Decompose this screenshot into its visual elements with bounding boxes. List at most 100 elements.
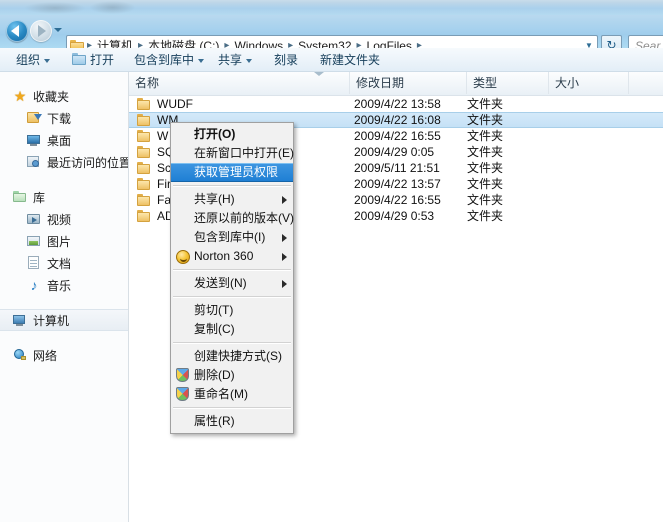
pictures-icon	[26, 233, 42, 249]
file-name-cell: Sc	[137, 160, 171, 176]
folder-icon	[137, 97, 152, 111]
column-header-size[interactable]: 大小	[549, 72, 629, 94]
folder-icon	[137, 209, 152, 223]
file-name-cell: W	[137, 128, 168, 144]
desktop-icon	[26, 132, 42, 148]
file-date-cell: 2009/4/22 13:58	[354, 97, 441, 111]
music-icon: ♪	[30, 277, 38, 293]
file-date-cell: 2009/4/29 0:05	[354, 145, 435, 159]
sidebar-item-computer[interactable]: 计算机	[0, 309, 128, 331]
norton-icon	[176, 250, 190, 264]
back-button[interactable]	[6, 20, 28, 42]
menu-item-restore-previous-versions[interactable]: 还原以前的版本(V)	[171, 209, 294, 228]
back-arrow-icon	[11, 25, 19, 37]
explorer-window: ▸ 计算机 ▸ 本地磁盘 (C:) ▸ Windows ▸ System32 ▸…	[0, 0, 663, 522]
nav-pane-top-spacer	[0, 72, 128, 85]
library-folder-icon	[12, 189, 28, 205]
share-button[interactable]: 共享	[216, 51, 254, 69]
file-type-cell: 文件夹	[467, 193, 504, 207]
sidebar-label-network: 网络	[33, 348, 58, 363]
nav-pane-spacer	[0, 173, 128, 186]
menu-item-cut[interactable]: 剪切(T)	[171, 301, 293, 320]
menu-item-open-in-new-window[interactable]: 在新窗口中打开(E)	[171, 144, 294, 163]
menu-separator	[173, 407, 291, 409]
sidebar-item-music[interactable]: ♪ 音乐	[0, 274, 128, 296]
menu-item-create-shortcut[interactable]: 创建快捷方式(S)	[171, 347, 293, 366]
sort-ascending-icon	[314, 72, 324, 76]
sidebar-item-desktop[interactable]: 桌面	[0, 129, 128, 151]
column-header-row: 名称 修改日期 类型 大小	[129, 72, 663, 96]
menu-item-norton-360[interactable]: Norton 360	[171, 247, 293, 266]
file-type-cell: 文件夹	[467, 161, 504, 175]
menu-separator	[173, 296, 291, 298]
sidebar-group-libraries[interactable]: 库	[0, 186, 128, 208]
chevron-down-icon	[198, 58, 205, 63]
navigation-pane: ★ 收藏夹 下载 桌面 最近访问的位置 库 视频 图片 文档 ♪ 音乐 计算机 …	[0, 72, 129, 522]
organize-button[interactable]: 组织	[14, 51, 52, 69]
sidebar-label-videos: 视频	[47, 212, 72, 227]
network-icon	[12, 347, 28, 363]
menu-item-rename[interactable]: 重命名(M)	[171, 385, 293, 404]
sidebar-group-favorites[interactable]: ★ 收藏夹	[0, 85, 128, 107]
menu-item-delete[interactable]: 删除(D)	[171, 366, 293, 385]
forward-button[interactable]	[30, 20, 52, 42]
menu-item-share[interactable]: 共享(H)	[171, 190, 293, 209]
new-folder-button[interactable]: 新建文件夹	[318, 51, 382, 69]
chevron-down-icon	[44, 58, 51, 63]
menu-separator	[173, 342, 291, 344]
download-folder-icon	[26, 110, 42, 126]
file-name-label: W	[157, 129, 169, 143]
table-row[interactable]: WUDF 2009/4/22 13:58 文件夹	[129, 96, 663, 112]
menu-item-copy[interactable]: 复制(C)	[171, 320, 293, 339]
sidebar-item-videos[interactable]: 视频	[0, 208, 128, 230]
sidebar-item-network[interactable]: 网络	[0, 344, 128, 366]
file-name-cell: Fir	[137, 176, 171, 192]
file-name-cell: AD	[137, 208, 174, 224]
submenu-arrow-icon	[282, 234, 287, 242]
sidebar-label-recent-places: 最近访问的位置	[47, 155, 129, 170]
file-date-cell: 2009/4/22 16:55	[354, 193, 441, 207]
window-title-bar	[0, 0, 663, 15]
file-name-label: Sc	[157, 161, 172, 175]
menu-item-properties[interactable]: 属性(R)	[171, 412, 293, 431]
column-header-date-modified[interactable]: 修改日期	[350, 72, 467, 94]
nav-pane-spacer	[0, 331, 128, 344]
burn-button[interactable]: 刻录	[272, 51, 300, 69]
file-date-cell: 2009/4/22 13:57	[354, 177, 441, 191]
file-name-cell: WUDF	[137, 96, 193, 112]
file-type-cell: 文件夹	[467, 209, 504, 223]
nav-pane-spacer	[0, 296, 128, 309]
folder-icon	[137, 193, 152, 207]
folder-icon	[137, 145, 152, 159]
file-type-cell: 文件夹	[467, 145, 504, 159]
file-name-cell: SQ	[137, 144, 174, 160]
folder-icon	[137, 161, 152, 175]
recent-pages-caret-icon[interactable]	[54, 28, 62, 32]
folder-icon	[137, 177, 152, 191]
sidebar-item-recent-places[interactable]: 最近访问的位置	[0, 151, 128, 173]
menu-separator	[173, 185, 291, 187]
menu-item-include-in-library[interactable]: 包含到库中(I)	[171, 228, 293, 247]
include-in-library-button[interactable]: 包含到库中	[132, 51, 206, 69]
menu-item-take-admin-rights[interactable]: 获取管理员权限	[171, 163, 293, 182]
open-button[interactable]: 打开	[70, 51, 116, 69]
sidebar-label-music: 音乐	[47, 278, 72, 293]
sidebar-item-downloads[interactable]: 下载	[0, 107, 128, 129]
column-header-type[interactable]: 类型	[467, 72, 549, 94]
menu-item-send-to[interactable]: 发送到(N)	[171, 274, 293, 293]
menu-item-open[interactable]: 打开(O)	[171, 125, 293, 144]
shield-icon	[176, 368, 189, 382]
file-date-cell: 2009/4/22 16:55	[354, 129, 441, 143]
open-folder-icon	[72, 53, 87, 66]
sidebar-label-documents: 文档	[47, 256, 72, 271]
titlebar-glow-left	[25, 2, 85, 14]
sidebar-label-libraries: 库	[33, 190, 46, 205]
folder-icon	[137, 113, 152, 127]
sidebar-item-documents[interactable]: 文档	[0, 252, 128, 274]
file-date-cell: 2009/4/22 16:08	[354, 113, 441, 127]
sidebar-label-favorites: 收藏夹	[33, 89, 70, 104]
file-name-cell: Fa	[137, 192, 171, 208]
file-type-cell: 文件夹	[467, 129, 504, 143]
sidebar-item-pictures[interactable]: 图片	[0, 230, 128, 252]
folder-icon	[137, 129, 152, 143]
